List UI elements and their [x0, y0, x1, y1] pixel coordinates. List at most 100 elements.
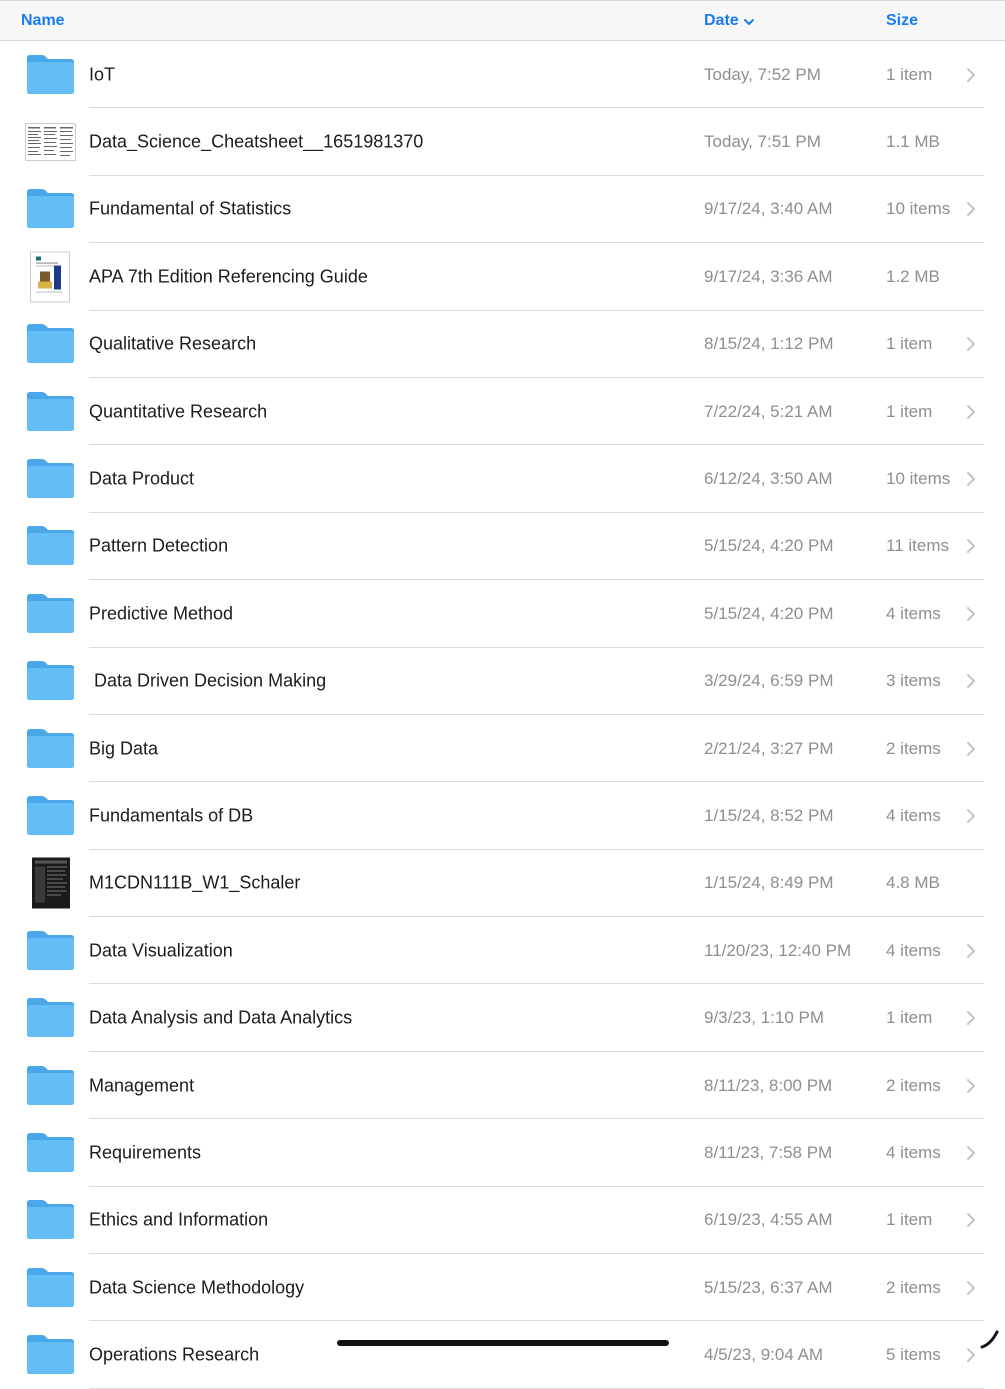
folder-row[interactable]: Data Analysis and Data Analytics 9/3/23, … [0, 984, 1005, 1052]
item-size: 5 items [886, 1345, 941, 1365]
folder-row[interactable]: Quantitative Research 7/22/24, 5:21 AM 1 i… [0, 378, 1005, 446]
item-date: 8/11/23, 8:00 PM [704, 1075, 833, 1095]
item-name: Data_Science_Cheatsheet__1651981370 [89, 131, 424, 152]
item-date: 1/15/24, 8:49 PM [704, 873, 834, 893]
item-date: 9/17/24, 3:36 AM [704, 266, 833, 286]
item-name: Pattern Detection [89, 535, 229, 556]
item-date: 7/22/24, 5:21 AM [704, 401, 833, 421]
chevron-right-icon [966, 606, 976, 622]
folder-icon [25, 53, 76, 97]
folder-row[interactable]: Requirements 8/11/23, 7:58 PM 4 items [0, 1119, 1005, 1187]
spreadsheet-thumbnail-icon [25, 123, 76, 162]
chevron-right-icon [966, 538, 976, 554]
folder-icon [25, 1131, 76, 1175]
folder-icon [25, 322, 76, 366]
chevron-right-icon [966, 1212, 976, 1228]
item-date: 2/21/24, 3:27 PM [704, 738, 834, 758]
chevron-right-icon [966, 1145, 976, 1161]
item-size: 4.8 MB [886, 873, 940, 893]
folder-row[interactable]: Operations Research 4/5/23, 9:04 AM 5 item… [0, 1321, 1005, 1389]
folder-icon [25, 457, 76, 501]
chevron-right-icon [966, 336, 976, 352]
folder-icon [25, 794, 76, 838]
item-name: Big Data [89, 738, 159, 759]
item-date: 11/20/23, 12:40 PM [704, 940, 852, 960]
item-name: Operations Research [89, 1344, 260, 1365]
chevron-right-icon [966, 404, 976, 420]
chevron-right-icon [966, 808, 976, 824]
chevron-right-icon [966, 1347, 976, 1363]
item-size: 3 items [886, 671, 941, 691]
chevron-down-icon [743, 15, 755, 27]
folder-icon [25, 187, 76, 231]
home-indicator[interactable] [337, 1340, 669, 1346]
file-row[interactable]: Data_Science_Cheatsheet__1651981370 Today… [0, 108, 1005, 176]
item-size: 2 items [886, 738, 941, 758]
sort-by-name-button[interactable]: Name [21, 12, 65, 30]
item-size: 4 items [886, 805, 941, 825]
folder-icon [25, 1198, 76, 1242]
item-date: 5/15/24, 4:20 PM [704, 603, 834, 623]
folder-row[interactable]: Big Data 2/21/24, 3:27 PM 2 items [0, 715, 1005, 783]
sort-by-size-button[interactable]: Size [886, 12, 918, 30]
file-row[interactable]: APA 7th Edition Referencing Guide 9/17/24… [0, 243, 1005, 311]
chevron-right-icon [966, 673, 976, 689]
folder-row[interactable]: Fundamental of Statistics 9/17/24, 3:40 A… [0, 176, 1005, 244]
item-date: 6/12/24, 3:50 AM [704, 469, 833, 489]
folder-icon [25, 996, 76, 1040]
item-name: Data Product [89, 468, 195, 489]
folder-row[interactable]: Pattern Detection 5/15/24, 4:20 PM 11 item… [0, 513, 1005, 581]
item-size: 4 items [886, 1142, 941, 1162]
folder-row[interactable]: Predictive Method 5/15/24, 4:20 PM 4 items [0, 580, 1005, 648]
folder-row[interactable]: Ethics and Information 6/19/23, 4:55 AM 1 … [0, 1187, 1005, 1255]
item-size: 1 item [886, 401, 933, 421]
item-size: 4 items [886, 603, 941, 623]
column-header-bar: Name Date Size [0, 0, 1005, 41]
chevron-right-icon [966, 471, 976, 487]
item-name: Fundamentals of DB [89, 805, 254, 826]
folder-icon [25, 1333, 76, 1377]
folder-row[interactable]: Data Science Methodology 5/15/23, 6:37 AM… [0, 1254, 1005, 1322]
item-name: IoT [89, 64, 116, 85]
folder-icon [25, 390, 76, 434]
item-date: Today, 7:51 PM [704, 132, 821, 152]
item-date: 4/5/23, 9:04 AM [704, 1345, 824, 1365]
folder-row[interactable]: IoT Today, 7:52 PM 1 item [0, 41, 1005, 109]
folder-row[interactable]: Data Driven Decision Making 3/29/24, 6:59… [0, 648, 1005, 715]
folder-row[interactable]: Fundamentals of DB 1/15/24, 8:52 PM 4 item… [0, 782, 1005, 850]
chevron-right-icon [966, 201, 976, 217]
folder-row[interactable]: Qualitative Research 8/15/24, 1:12 PM 1 it… [0, 311, 1005, 378]
item-date: 8/15/24, 1:12 PM [704, 334, 834, 354]
sort-by-date-button[interactable]: Date [704, 12, 755, 30]
item-name: Data Analysis and Data Analytics [89, 1007, 353, 1028]
item-date: 1/15/24, 8:52 PM [704, 805, 834, 825]
item-size: 2 items [886, 1075, 941, 1095]
chevron-right-icon [966, 741, 976, 757]
name-column-label: Name [21, 12, 65, 29]
item-name: Ethics and Information [89, 1209, 269, 1230]
item-name: Management [89, 1075, 195, 1096]
item-name: APA 7th Edition Referencing Guide [89, 266, 368, 287]
item-size: 10 items [886, 199, 951, 219]
folder-row[interactable]: Data Product 6/12/24, 3:50 AM 10 items [0, 445, 1005, 513]
item-name: Qualitative Research [89, 333, 257, 354]
chevron-right-icon [966, 943, 976, 959]
item-size: 1 item [886, 1008, 933, 1028]
item-date: 9/17/24, 3:40 AM [704, 199, 833, 219]
folder-icon [25, 524, 76, 568]
pencil-scribble-icon [979, 1328, 1001, 1350]
item-date: 3/29/24, 6:59 PM [704, 671, 834, 691]
item-date: 5/15/24, 4:20 PM [704, 536, 834, 556]
folder-row[interactable]: Data Visualization 11/20/23, 12:40 PM 4 it… [0, 917, 1005, 985]
item-size: 11 items [886, 536, 949, 556]
item-size: 10 items [886, 469, 951, 489]
item-date: Today, 7:52 PM [704, 64, 821, 84]
item-name: Data Driven Decision Making [89, 670, 327, 691]
date-column-label: Date [704, 12, 739, 29]
folder-row[interactable]: Management 8/11/23, 8:00 PM 2 items [0, 1052, 1005, 1120]
item-name: Quantitative Research [89, 401, 268, 422]
file-row[interactable]: M1CDN111B_W1_Schaler 1/15/24, 8:49 PM 4.8 … [0, 850, 1005, 918]
pdf-document-thumbnail-icon [32, 857, 70, 909]
item-size: 2 items [886, 1277, 941, 1297]
item-size: 1 item [886, 334, 933, 354]
